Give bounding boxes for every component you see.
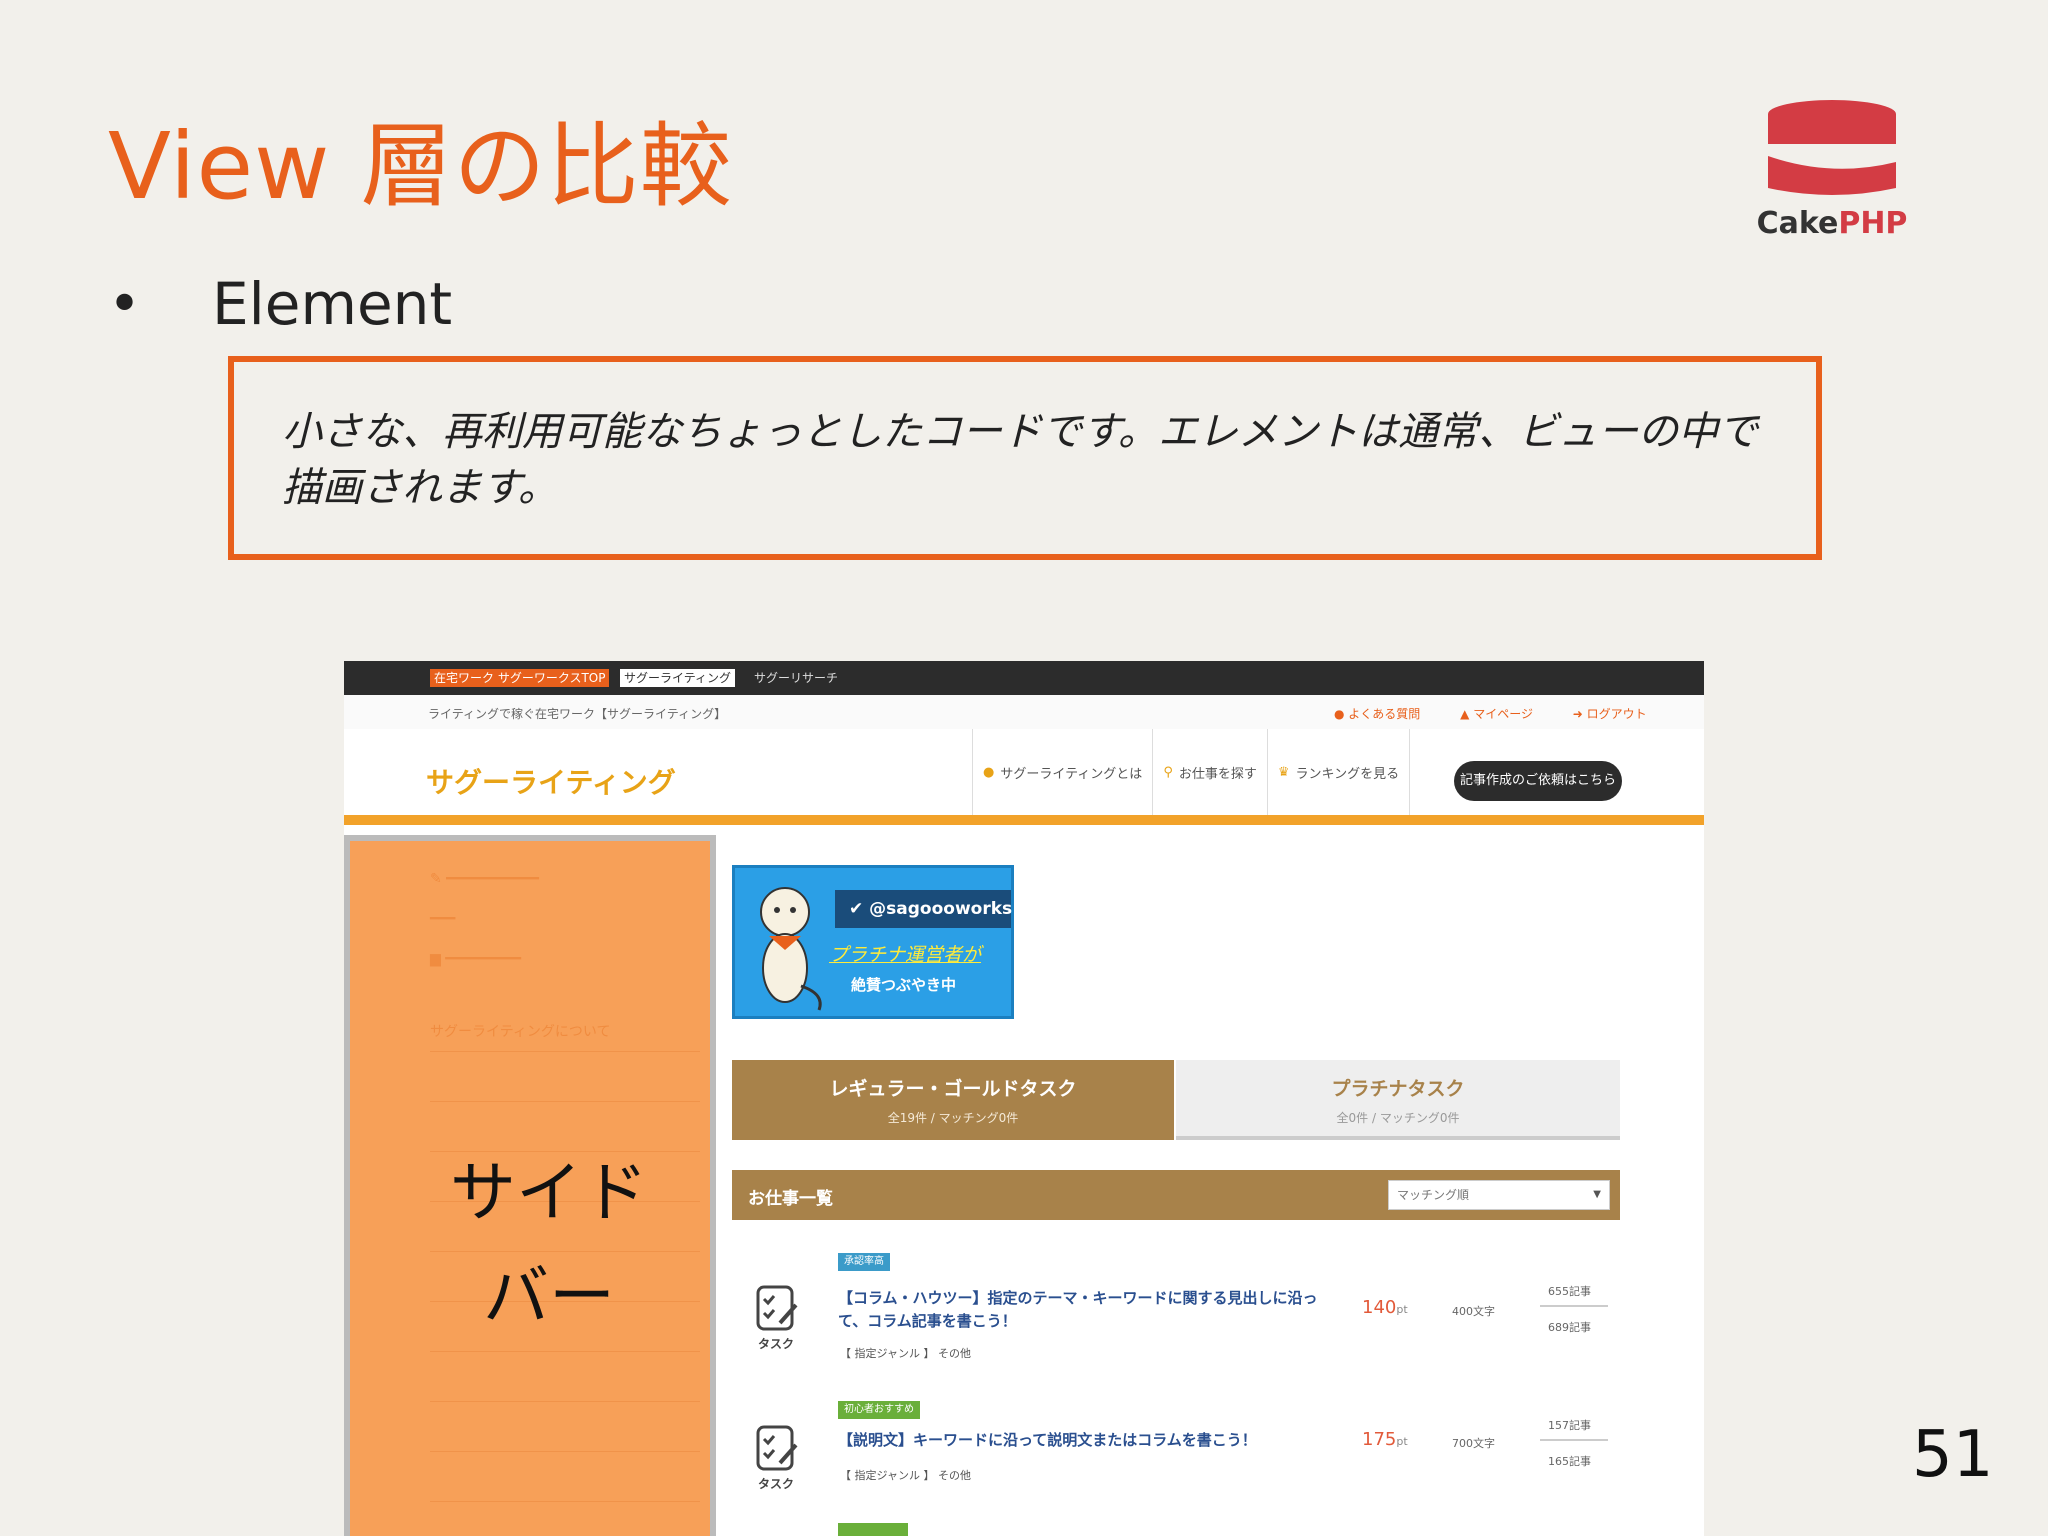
topbar-link-sagooworks[interactable]: 在宅ワーク サグーワークスTOP xyxy=(430,669,610,687)
job-list-header: お仕事一覧 マッチング順 ▼ xyxy=(732,1170,1620,1220)
sidebar-divider xyxy=(430,1101,700,1102)
task-points: 175pt xyxy=(1362,1429,1408,1450)
task-title-link[interactable]: 【説明文】キーワードに沿って説明文またはコラムを書こう！ xyxy=(838,1429,1318,1452)
faq-link[interactable]: ● よくある質問 xyxy=(1334,707,1438,721)
twitter-handle: ✔ @sagoooworks xyxy=(835,890,1012,928)
sidebar-divider xyxy=(430,1401,700,1402)
topbar-link-writing[interactable]: サグーライティング xyxy=(620,669,736,687)
sidebar-divider xyxy=(430,1501,700,1502)
site-brand-logo[interactable]: サグーライティング xyxy=(426,761,676,801)
task-article-count: 157記事 xyxy=(1548,1419,1591,1432)
cakephp-logo: CakePHP xyxy=(1752,96,1912,246)
twitter-banner-line1: プラチナ運営者が xyxy=(829,944,982,966)
mypage-link[interactable]: ▲ マイページ xyxy=(1460,707,1551,721)
trophy-icon: ♛ xyxy=(1277,764,1290,780)
task-points: 140pt xyxy=(1362,1297,1408,1318)
definition-text: 小さな、再利用可能なちょっとしたコードです。エレメントは通常、ビューの中で描画さ… xyxy=(282,409,1758,511)
bullet-marker: • xyxy=(108,272,142,337)
twitter-banner-line2: 絶賛つぶやき中 xyxy=(851,976,957,994)
task-article-total: 689記事 xyxy=(1548,1321,1591,1334)
sidebar-highlight: ✎ ━━━━━━━━━━━ ━━━ ▆ ━━━━━━━━━ サグーライティングに… xyxy=(344,835,716,1536)
task-tabs: レギュラー・ゴールドタスク 全19件 / マッチング0件 プラチナタスク 全0件… xyxy=(732,1060,1620,1140)
dog-mascot-icon xyxy=(760,887,822,1011)
task-article-count: 655記事 xyxy=(1548,1285,1591,1298)
sidebar-item: ▆ ━━━━━━━━━ xyxy=(430,951,522,967)
task-row[interactable]: タスク 承認率高 【コラム・ハウツー】指定のテーマ・キーワードに関する見出しに沿… xyxy=(732,1253,1620,1363)
job-list-title: お仕事一覧 xyxy=(748,1189,833,1209)
nav-about[interactable]: ● サグーライティングとは xyxy=(972,729,1152,815)
twitter-icon: ✔ xyxy=(849,899,870,919)
site-topbar: 在宅ワーク サグーワークスTOP サグーライティング サグーリサーチ xyxy=(344,661,1704,695)
task-clipboard-icon: タスク xyxy=(752,1423,800,1493)
task-genre: 【 指定ジャンル 】 その他 xyxy=(840,1469,971,1482)
logout-link[interactable]: ➜ ログアウト xyxy=(1573,707,1665,721)
chevron-down-icon: ▼ xyxy=(1593,1189,1601,1200)
task-genre: 【 指定ジャンル 】 その他 xyxy=(840,1347,971,1360)
embedded-website-screenshot: 在宅ワーク サグーワークスTOP サグーライティング サグーリサーチ ライティン… xyxy=(344,661,1704,1536)
nav-divider xyxy=(1409,729,1414,815)
task-article-total: 165記事 xyxy=(1548,1455,1591,1468)
site-subbar: ライティングで稼ぐ在宅ワーク【サグーライティング】 ● よくある質問 ▲ マイペ… xyxy=(344,695,1704,729)
sidebar-divider xyxy=(430,1051,700,1052)
task-row[interactable]: タスク 初心者おすすめ 【説明文】キーワードに沿って説明文またはコラムを書こう！… xyxy=(732,1401,1620,1511)
cakephp-logo-text: CakePHP xyxy=(1756,206,1908,241)
cakephp-logo-icon xyxy=(1768,100,1897,195)
sidebar-annotation-label: サイドバー xyxy=(450,1154,648,1335)
search-icon: ⚲ xyxy=(1163,764,1173,780)
tab-regular-gold[interactable]: レギュラー・ゴールドタスク 全19件 / マッチング0件 xyxy=(732,1060,1174,1140)
tab-title: レギュラー・ゴールドタスク xyxy=(829,1078,1077,1100)
tab-title: プラチナタスク xyxy=(1331,1078,1465,1100)
sidebar-divider xyxy=(430,1351,700,1352)
bullet-text: Element xyxy=(212,270,453,338)
sidebar-item: ━━━ xyxy=(430,911,456,927)
task-count-divider xyxy=(1540,1305,1608,1307)
slide-title: View 層の比較 xyxy=(108,113,733,220)
site-tagline: ライティングで稼ぐ在宅ワーク【サグーライティング】 xyxy=(428,707,727,721)
task-count-divider xyxy=(1540,1439,1608,1441)
task-title-link[interactable]: 【コラム・ハウツー】指定のテーマ・キーワードに関する見出しに沿って、コラム記事を… xyxy=(838,1287,1318,1333)
question-icon: ● xyxy=(983,764,995,780)
nav-find-work[interactable]: ⚲ お仕事を探す xyxy=(1152,729,1267,815)
twitter-banner[interactable]: ✔ @sagoooworks プラチナ運営者が 絶賛つぶやき中 xyxy=(732,865,1014,1019)
nav-ranking[interactable]: ♛ ランキングを見る xyxy=(1266,729,1409,815)
tab-subtitle: 全0件 / マッチング0件 xyxy=(1336,1111,1460,1125)
task-clipboard-icon: タスク xyxy=(752,1283,800,1353)
site-nav: ● サグーライティングとは ⚲ お仕事を探す ♛ ランキングを見る xyxy=(972,729,1414,815)
task-char-count: 700文字 xyxy=(1452,1437,1495,1450)
tab-platinum[interactable]: プラチナタスク 全0件 / マッチング0件 xyxy=(1176,1060,1620,1140)
task-badge: 初心者おすすめ xyxy=(838,1401,920,1419)
sidebar-divider xyxy=(430,1451,700,1452)
task-badge-partial xyxy=(838,1523,908,1536)
request-article-button[interactable]: 記事作成のご依頼はこちら xyxy=(1454,761,1622,801)
sort-select[interactable]: マッチング順 ▼ xyxy=(1388,1180,1610,1210)
task-badge: 承認率高 xyxy=(838,1253,890,1271)
page-number: 51 xyxy=(1912,1418,1994,1492)
tab-subtitle: 全19件 / マッチング0件 xyxy=(887,1111,1019,1125)
definition-box: 小さな、再利用可能なちょっとしたコードです。エレメントは通常、ビューの中で描画さ… xyxy=(228,356,1822,560)
topbar-link-research[interactable]: サグーリサーチ xyxy=(750,669,842,687)
site-header: サグーライティング ● サグーライティングとは ⚲ お仕事を探す ♛ ランキングを見る… xyxy=(344,729,1704,825)
sidebar-item-about[interactable]: サグーライティングについて xyxy=(430,1021,610,1041)
sidebar-item: ✎ ━━━━━━━━━━━ xyxy=(430,871,539,887)
task-char-count: 400文字 xyxy=(1452,1305,1495,1318)
site-sublinks: ● よくある質問 ▲ マイページ ➜ ログアウト xyxy=(1334,705,1683,722)
